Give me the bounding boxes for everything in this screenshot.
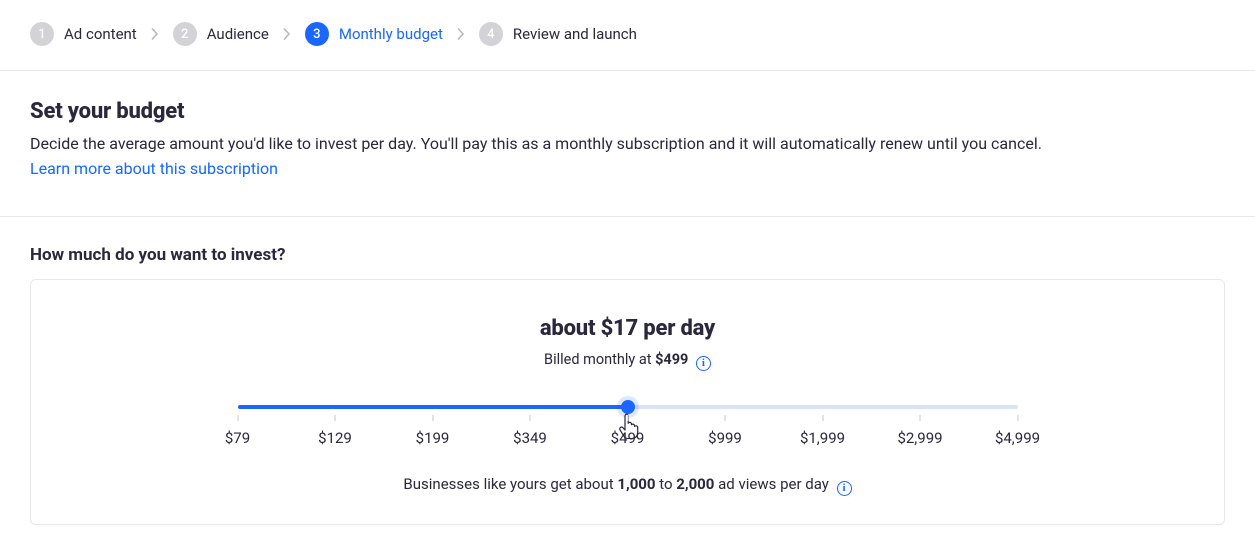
page-title: Set your budget xyxy=(30,99,1225,124)
heading-section: Set your budget Decide the average amoun… xyxy=(0,71,1255,217)
ad-views-estimate: Businesses like yours get about 1,000 to… xyxy=(71,475,1184,496)
chevron-right-icon xyxy=(457,28,465,40)
footer-prefix: Businesses like yours get about xyxy=(403,475,617,493)
slider-handle[interactable] xyxy=(621,400,635,414)
slider-tick-label[interactable]: $1,999 xyxy=(800,429,845,447)
chevron-right-icon xyxy=(283,28,291,40)
slider-tick xyxy=(920,415,921,421)
slider-fill xyxy=(238,405,628,409)
slider-tick xyxy=(335,415,336,421)
step-monthly-budget[interactable]: 3 Monthly budget xyxy=(305,22,443,46)
footer-suffix: ad views per day xyxy=(714,475,832,493)
step-number: 3 xyxy=(305,22,329,46)
step-review-launch[interactable]: 4 Review and launch xyxy=(479,22,637,46)
info-icon[interactable] xyxy=(696,356,711,371)
slider-tick xyxy=(530,415,531,421)
slider-tick xyxy=(432,415,433,421)
page-subtitle: Decide the average amount you'd like to … xyxy=(30,132,1225,155)
info-icon[interactable] xyxy=(837,481,852,496)
slider-tick-label[interactable]: $199 xyxy=(416,429,450,447)
step-number: 1 xyxy=(30,22,54,46)
slider-tick xyxy=(725,415,726,421)
slider-tick-label[interactable]: $2,999 xyxy=(897,429,942,447)
budget-card: about $17 per day Billed monthly at $499… xyxy=(30,279,1225,525)
slider-tick xyxy=(627,415,628,421)
slider-tick-label[interactable]: $79 xyxy=(225,429,250,447)
billed-monthly: Billed monthly at $499 xyxy=(71,351,1184,371)
step-number: 2 xyxy=(173,22,197,46)
slider-tick-label[interactable]: $349 xyxy=(513,429,547,447)
footer-mid: to xyxy=(656,475,677,493)
billed-prefix: Billed monthly at xyxy=(544,351,655,368)
slider-tick xyxy=(1017,415,1018,421)
slider-ticks xyxy=(238,415,1018,423)
slider-tick-label[interactable]: $999 xyxy=(708,429,742,447)
slider-tick xyxy=(237,415,238,421)
billed-amount: $499 xyxy=(655,351,688,368)
step-label: Audience xyxy=(207,25,269,43)
per-day-label: about $17 per day xyxy=(71,316,1184,341)
step-label: Monthly budget xyxy=(339,25,443,43)
chevron-right-icon xyxy=(151,28,159,40)
slider-track[interactable] xyxy=(238,405,1018,409)
stepper: 1 Ad content 2 Audience 3 Monthly budget… xyxy=(0,0,1255,71)
footer-high: 2,000 xyxy=(676,475,714,493)
step-ad-content[interactable]: 1 Ad content xyxy=(30,22,137,46)
step-label: Review and launch xyxy=(513,25,637,43)
learn-more-link[interactable]: Learn more about this subscription xyxy=(30,159,278,178)
slider-tick xyxy=(822,415,823,421)
invest-question: How much do you want to invest? xyxy=(0,217,1255,279)
budget-slider[interactable]: $79$129$199$349$499$999$1,999$2,999$4,99… xyxy=(238,405,1018,449)
slider-tick-label[interactable]: $129 xyxy=(318,429,352,447)
step-audience[interactable]: 2 Audience xyxy=(173,22,269,46)
step-number: 4 xyxy=(479,22,503,46)
footer-low: 1,000 xyxy=(617,475,655,493)
slider-tick-labels: $79$129$199$349$499$999$1,999$2,999$4,99… xyxy=(238,429,1018,449)
step-label: Ad content xyxy=(64,25,137,43)
slider-tick-label[interactable]: $4,999 xyxy=(995,429,1040,447)
slider-tick-label[interactable]: $499 xyxy=(611,429,645,447)
